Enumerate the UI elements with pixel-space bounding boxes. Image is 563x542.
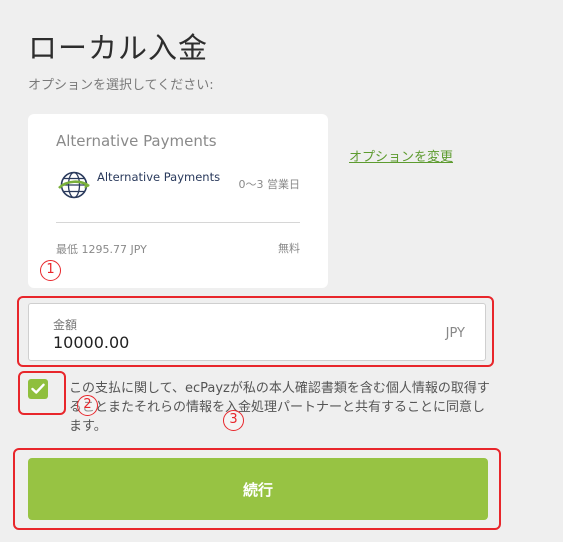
amount-input[interactable]: 10000.00: [53, 333, 129, 352]
change-option-link[interactable]: オプションを変更: [349, 146, 453, 165]
consent-checkbox[interactable]: [28, 379, 48, 399]
page-subtitle: オプションを選択してください:: [28, 78, 214, 93]
globe-icon: [58, 171, 90, 199]
fee-label: 無料: [278, 242, 300, 255]
payment-card-title: Alternative Payments: [56, 132, 217, 150]
step-marker-2: 2: [77, 395, 98, 416]
payment-method-card[interactable]: Alternative Payments Alternative Payment…: [28, 114, 328, 288]
amount-field[interactable]: 金額 10000.00 JPY: [28, 303, 486, 361]
amount-label: 金額: [53, 318, 78, 332]
consent-text: この支払に関して、ecPayzが私の本人確認書類を含む個人情報の取得することまた…: [69, 381, 490, 434]
currency-label: JPY: [445, 326, 465, 341]
checkmark-icon: [31, 383, 45, 394]
continue-button[interactable]: 続行: [28, 458, 488, 520]
page-title: ローカル入金: [28, 31, 209, 66]
minimum-amount: 最低 1295.77 JPY: [56, 243, 147, 256]
step-marker-1: 1: [40, 260, 61, 281]
step-marker-3: 3: [223, 410, 244, 431]
payment-method-name: Alternative Payments: [97, 170, 221, 184]
card-divider: [56, 222, 300, 223]
processing-time: 0〜3 営業日: [238, 178, 301, 191]
